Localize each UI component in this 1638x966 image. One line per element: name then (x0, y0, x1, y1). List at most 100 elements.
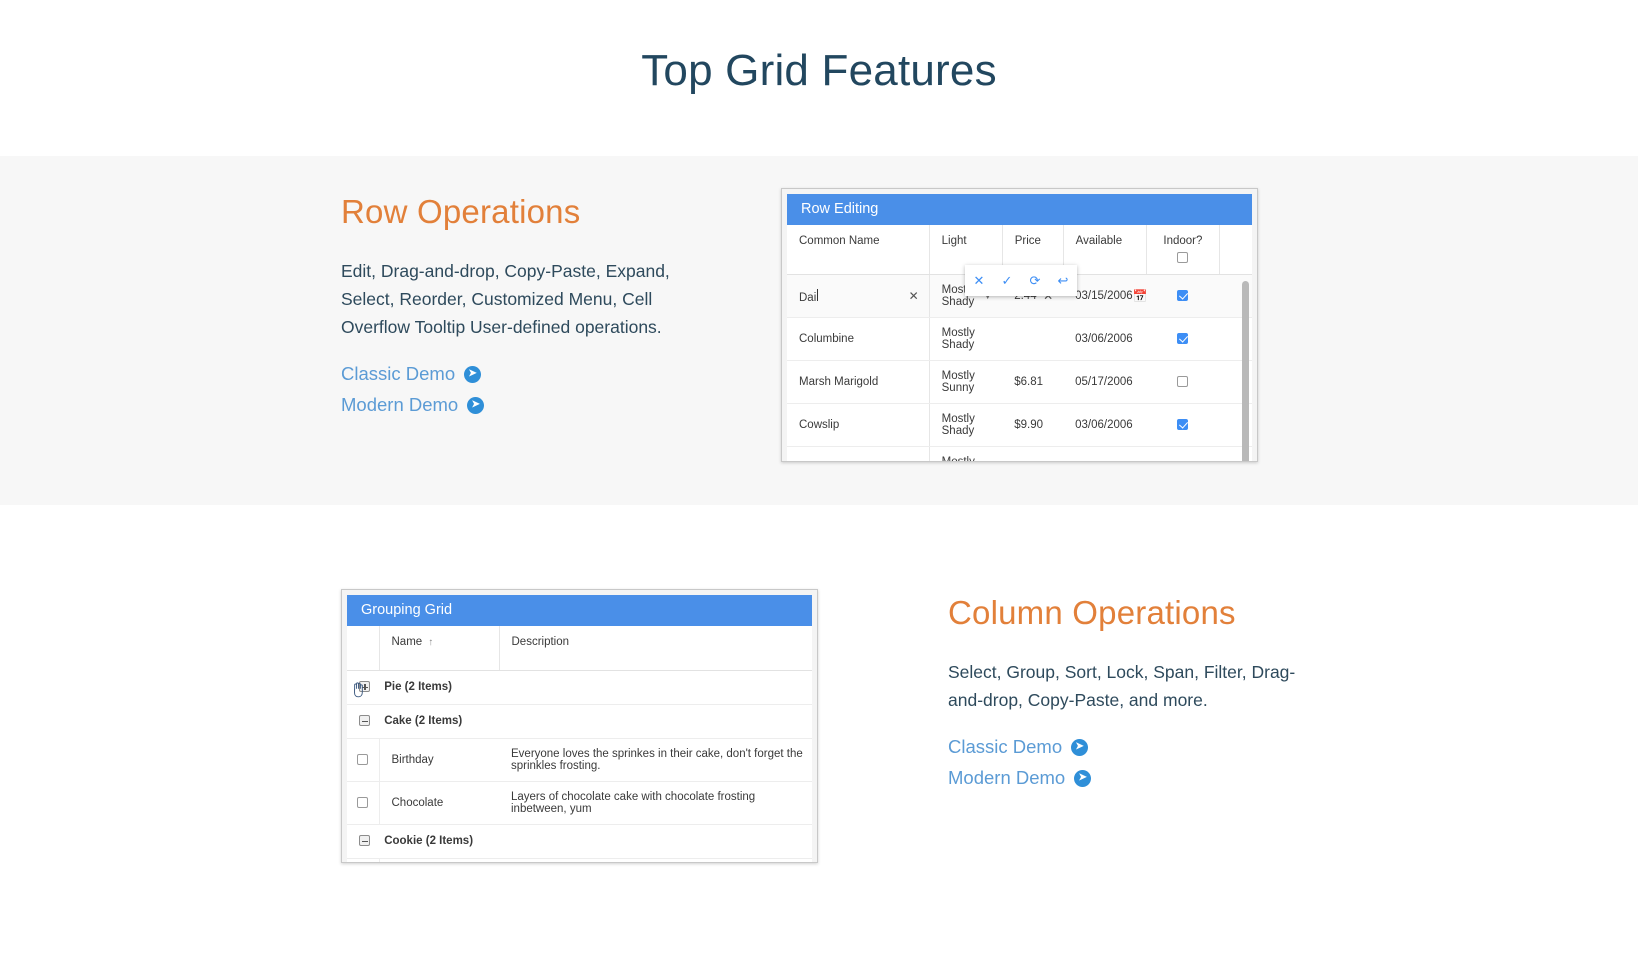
column-header-indoor[interactable]: Indoor? (1146, 225, 1220, 275)
cell-common-name-edit[interactable]: Dai ✕ (787, 274, 930, 318)
row-checkbox-cell (347, 858, 380, 862)
indoor-header-checkbox[interactable] (1177, 252, 1189, 264)
cell-light: Mostly Shady (928, 446, 1003, 461)
link-label: Classic Demo (948, 736, 1063, 757)
cell-indoor (1146, 403, 1220, 447)
group-label: Pie (2 Items) (384, 681, 452, 693)
cell-common-name: Cowslip (787, 403, 930, 447)
collapse-icon[interactable] (359, 835, 370, 847)
arrow-right-circle-icon: ➤ (464, 365, 482, 383)
cell-price (1002, 317, 1064, 361)
close-icon[interactable]: ✕ (974, 274, 985, 287)
cell-available: 03/06/2006 (1063, 317, 1147, 361)
column-header-spacer (1219, 225, 1252, 275)
column-header-name-label: Name (391, 636, 423, 648)
cell-name: Chocolate Chip (379, 858, 499, 862)
list-item[interactable]: Chocolate Chip It's the standard in cook… (347, 858, 812, 862)
group-row-cookie[interactable]: Cookie (2 Items) (347, 824, 812, 859)
feature-heading-row-operations: Row Operations (341, 193, 581, 230)
refresh-icon[interactable]: ⟳ (1030, 274, 1041, 287)
row-checkbox[interactable] (357, 796, 369, 808)
cell-common-name: Columbine (787, 317, 930, 361)
cell-light: Mostly Shady (928, 317, 1003, 361)
group-row-cell: Cookie (2 Items) (347, 824, 812, 859)
grouping-grid-card: Grouping Grid Name ↑ Description Pie (2 … (341, 589, 818, 863)
cell-description: Everyone loves the sprinkes in their cak… (499, 738, 812, 782)
indoor-checkbox[interactable] (1177, 333, 1189, 345)
cell-indoor (1146, 446, 1220, 461)
column-header-common-name[interactable]: Common Name (787, 225, 930, 275)
expand-icon[interactable] (359, 681, 370, 693)
collapse-icon[interactable] (359, 715, 370, 727)
row-editing-grid-title: Row Editing (787, 194, 1252, 225)
row-operations-modern-demo-link[interactable]: Modern Demo ➤ (341, 394, 485, 416)
cell-indoor (1146, 317, 1220, 361)
list-item[interactable]: Chocolate Layers of chocolate cake with … (347, 781, 812, 825)
column-operations-classic-demo-link[interactable]: Classic Demo ➤ (948, 736, 1089, 758)
grouping-grid-title: Grouping Grid (347, 595, 812, 626)
arrow-right-circle-icon: ➤ (467, 396, 485, 414)
row-editing-grid-card: Row Editing Common Name Light Price Avai… (781, 188, 1258, 462)
row-checkbox[interactable] (357, 753, 369, 765)
table-row[interactable]: Marsh Marigold Mostly Sunny $6.81 05/17/… (787, 360, 1252, 404)
cell-price: $6.44 (1002, 446, 1064, 461)
section-band-column-operations (0, 505, 1638, 966)
feature-row-operations: Row Operations Edit, Drag-and-drop, Copy… (341, 193, 721, 416)
row-editing-table: Common Name Light Price Available Indoor… (787, 225, 1252, 461)
link-label: Modern Demo (341, 394, 459, 415)
close-icon[interactable]: ✕ (909, 289, 919, 303)
group-row-pie[interactable]: Pie (2 Items) (347, 670, 812, 705)
group-row-cell: Pie (2 Items) (347, 670, 812, 705)
feature-heading-column-operations: Column Operations (948, 594, 1236, 631)
sort-ascending-icon: ↑ (428, 637, 434, 648)
cell-available: 01/20/2006 (1063, 446, 1147, 461)
table-row[interactable]: Dutchman's-Breeches Mostly Shady $6.44 0… (787, 446, 1252, 461)
link-label: Modern Demo (948, 767, 1066, 788)
table-row[interactable]: Cowslip Mostly Shady $9.90 03/06/2006 (787, 403, 1252, 447)
feature-column-operations: Column Operations Select, Group, Sort, L… (948, 594, 1328, 789)
indoor-checkbox[interactable] (1177, 419, 1189, 431)
vertical-scrollbar[interactable] (1242, 281, 1249, 461)
cell-name: Birthday (379, 738, 499, 782)
grouping-table: Name ↑ Description Pie (2 Items) Cake (2… (347, 626, 812, 862)
group-label: Cookie (2 Items) (384, 835, 474, 847)
cell-price: $6.81 (1002, 360, 1064, 404)
cell-description: Layers of chocolate cake with chocolate … (499, 781, 812, 825)
edit-common-name-value: Dai (799, 291, 817, 304)
column-header-description[interactable]: Description (499, 626, 812, 671)
check-icon[interactable]: ✓ (1002, 274, 1013, 287)
column-header-indoor-label: Indoor? (1163, 235, 1203, 247)
page-root: Top Grid Features Row Operations Edit, D… (0, 0, 1638, 966)
cell-available: 03/06/2006 (1063, 403, 1147, 447)
column-operations-modern-demo-link[interactable]: Modern Demo ➤ (948, 767, 1092, 789)
cell-common-name: Dutchman's-Breeches (787, 446, 930, 461)
cell-name: Chocolate (379, 781, 499, 825)
indoor-checkbox[interactable] (1177, 376, 1189, 388)
row-checkbox-cell (347, 738, 380, 782)
cell-indoor-edit[interactable] (1146, 274, 1220, 318)
cell-price: $9.90 (1002, 403, 1064, 447)
arrow-right-circle-icon: ➤ (1074, 769, 1092, 787)
group-row-cell: Cake (2 Items) (347, 704, 812, 739)
edit-available-value: 03/15/2006 (1075, 290, 1133, 302)
column-header-select (347, 626, 380, 671)
column-header-name[interactable]: Name ↑ (379, 626, 500, 671)
cell-indoor (1146, 360, 1220, 404)
list-item[interactable]: Birthday Everyone loves the sprinkes in … (347, 738, 812, 782)
group-label: Cake (2 Items) (384, 715, 463, 727)
feature-description-column-operations: Select, Group, Sort, Lock, Span, Filter,… (948, 662, 1296, 710)
cell-description: It's the standard in cookies, Yum! (499, 858, 812, 862)
text-caret (817, 288, 819, 301)
undo-icon[interactable]: ↩ (1058, 274, 1069, 287)
cell-available: 05/17/2006 (1063, 360, 1147, 404)
row-checkbox-cell (347, 781, 380, 825)
table-header-row: Name ↑ Description (347, 626, 812, 671)
cell-common-name: Marsh Marigold (787, 360, 930, 404)
table-row[interactable]: Columbine Mostly Shady 03/06/2006 (787, 317, 1252, 361)
row-operations-classic-demo-link[interactable]: Classic Demo ➤ (341, 363, 482, 385)
page-title: Top Grid Features (641, 46, 997, 95)
arrow-right-circle-icon: ➤ (1071, 738, 1089, 756)
indoor-checkbox[interactable] (1177, 290, 1189, 302)
group-row-cake[interactable]: Cake (2 Items) (347, 704, 812, 739)
row-edit-toolbar[interactable]: ✕ ✓ ⟳ ↩ (965, 265, 1077, 296)
